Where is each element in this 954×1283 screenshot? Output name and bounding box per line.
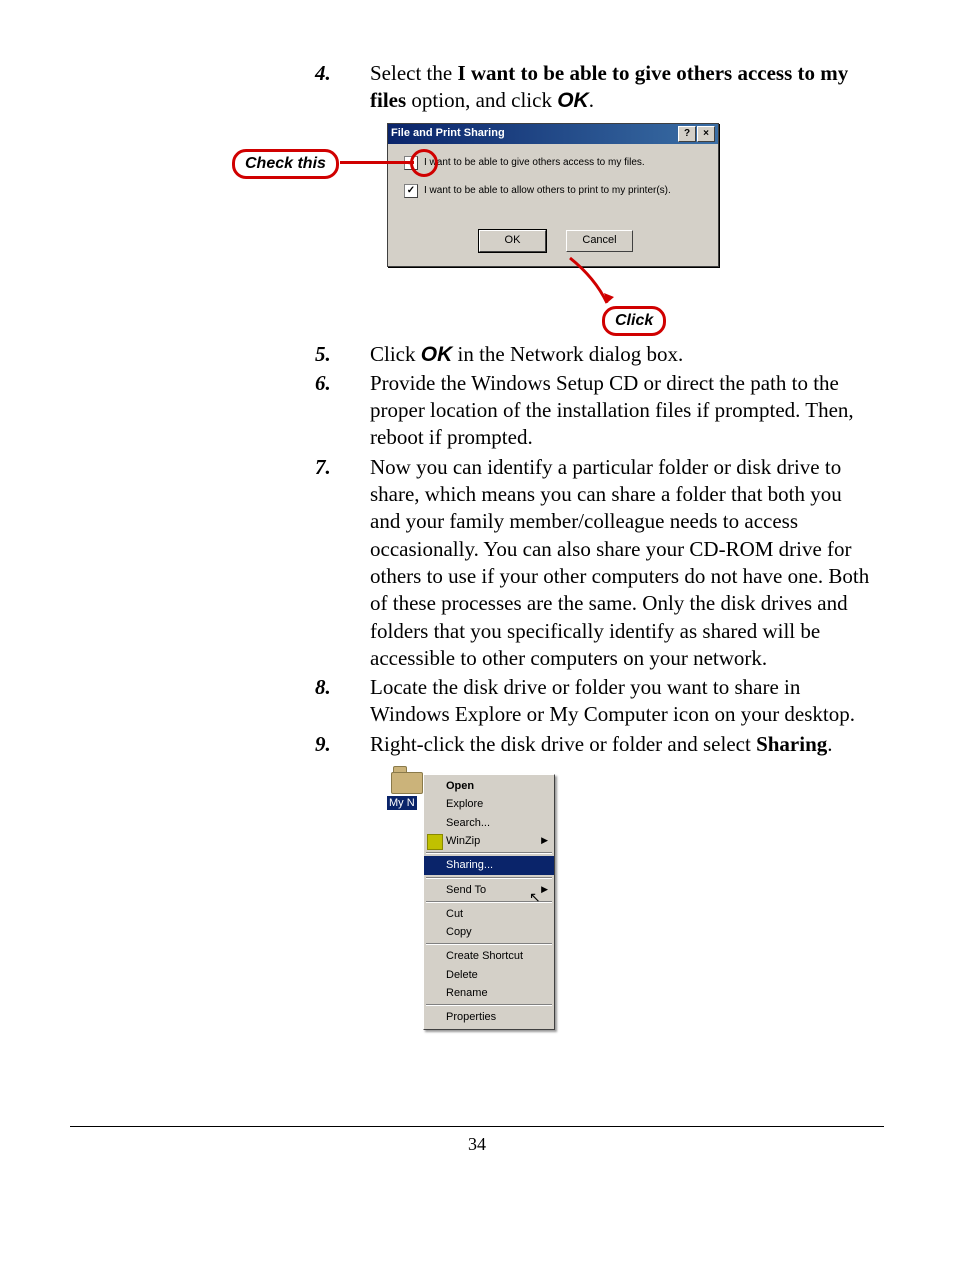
folder-label: My N: [387, 796, 417, 810]
callout-check-this: Check this: [232, 149, 339, 180]
step-number: 8.: [70, 674, 370, 701]
close-button[interactable]: ×: [697, 126, 715, 142]
page-number: 34: [468, 1134, 486, 1154]
step-text: Select the I want to be able to give oth…: [370, 60, 884, 115]
folder-icon[interactable]: [391, 766, 421, 790]
menu-separator: [426, 852, 552, 854]
dialog-title: File and Print Sharing: [391, 126, 677, 140]
help-button[interactable]: ?: [678, 126, 696, 142]
submenu-arrow-icon: ▶: [541, 835, 548, 847]
step-9: 9. Right-click the disk drive or folder …: [70, 731, 884, 758]
step-text: Click OK in the Network dialog box.: [370, 341, 884, 368]
file-print-sharing-figure: File and Print Sharing ? × ✓ I want to b…: [70, 123, 884, 333]
option-share-printers[interactable]: ✓ I want to be able to allow others to p…: [404, 184, 708, 198]
callout-click: Click: [602, 306, 666, 337]
cursor-icon: ↖: [529, 888, 541, 906]
callout-ring: [410, 149, 438, 177]
callout-line: [340, 161, 414, 164]
winzip-icon: [427, 834, 443, 850]
menu-explore[interactable]: Explore: [424, 795, 554, 813]
step-text: Right-click the disk drive or folder and…: [370, 731, 884, 758]
menu-rename[interactable]: Rename: [424, 984, 554, 1002]
step-8: 8. Locate the disk drive or folder you w…: [70, 674, 884, 729]
option-share-files[interactable]: ✓ I want to be able to give others acces…: [404, 156, 708, 170]
menu-delete[interactable]: Delete: [424, 966, 554, 984]
file-print-sharing-dialog: File and Print Sharing ? × ✓ I want to b…: [387, 123, 719, 267]
step-text: Provide the Windows Setup CD or direct t…: [370, 370, 884, 452]
callout-arrow: [565, 253, 625, 313]
menu-search[interactable]: Search...: [424, 814, 554, 832]
menu-winzip[interactable]: WinZip ▶: [424, 832, 554, 850]
context-menu-figure: My N Open Explore Search... WinZip ▶ Sha…: [70, 766, 884, 1096]
menu-separator: [426, 943, 552, 945]
step-5: 5. Click OK in the Network dialog box.: [70, 341, 884, 368]
step-text: Locate the disk drive or folder you want…: [370, 674, 884, 729]
submenu-arrow-icon: ▶: [541, 884, 548, 896]
step-number: 6.: [70, 370, 370, 397]
cancel-button[interactable]: Cancel: [566, 230, 633, 252]
step-number: 5.: [70, 341, 370, 368]
step-text: Now you can identify a particular folder…: [370, 454, 884, 672]
menu-sharing[interactable]: Sharing...: [424, 856, 554, 874]
menu-copy[interactable]: Copy: [424, 923, 554, 941]
page-footer: 34: [70, 1126, 884, 1156]
menu-create-shortcut[interactable]: Create Shortcut: [424, 947, 554, 965]
step-7: 7. Now you can identify a particular fol…: [70, 454, 884, 672]
menu-properties[interactable]: Properties: [424, 1008, 554, 1026]
step-4: 4. Select the I want to be able to give …: [70, 60, 884, 115]
step-number: 7.: [70, 454, 370, 481]
menu-separator: [426, 877, 552, 879]
step-6: 6. Provide the Windows Setup CD or direc…: [70, 370, 884, 452]
menu-cut[interactable]: Cut: [424, 905, 554, 923]
step-number: 4.: [70, 60, 370, 87]
menu-open[interactable]: Open: [424, 777, 554, 795]
checkbox-icon: ✓: [404, 184, 418, 198]
menu-separator: [426, 1004, 552, 1006]
dialog-titlebar: File and Print Sharing ? ×: [388, 124, 718, 144]
step-number: 9.: [70, 731, 370, 758]
ok-button[interactable]: OK: [479, 230, 546, 252]
